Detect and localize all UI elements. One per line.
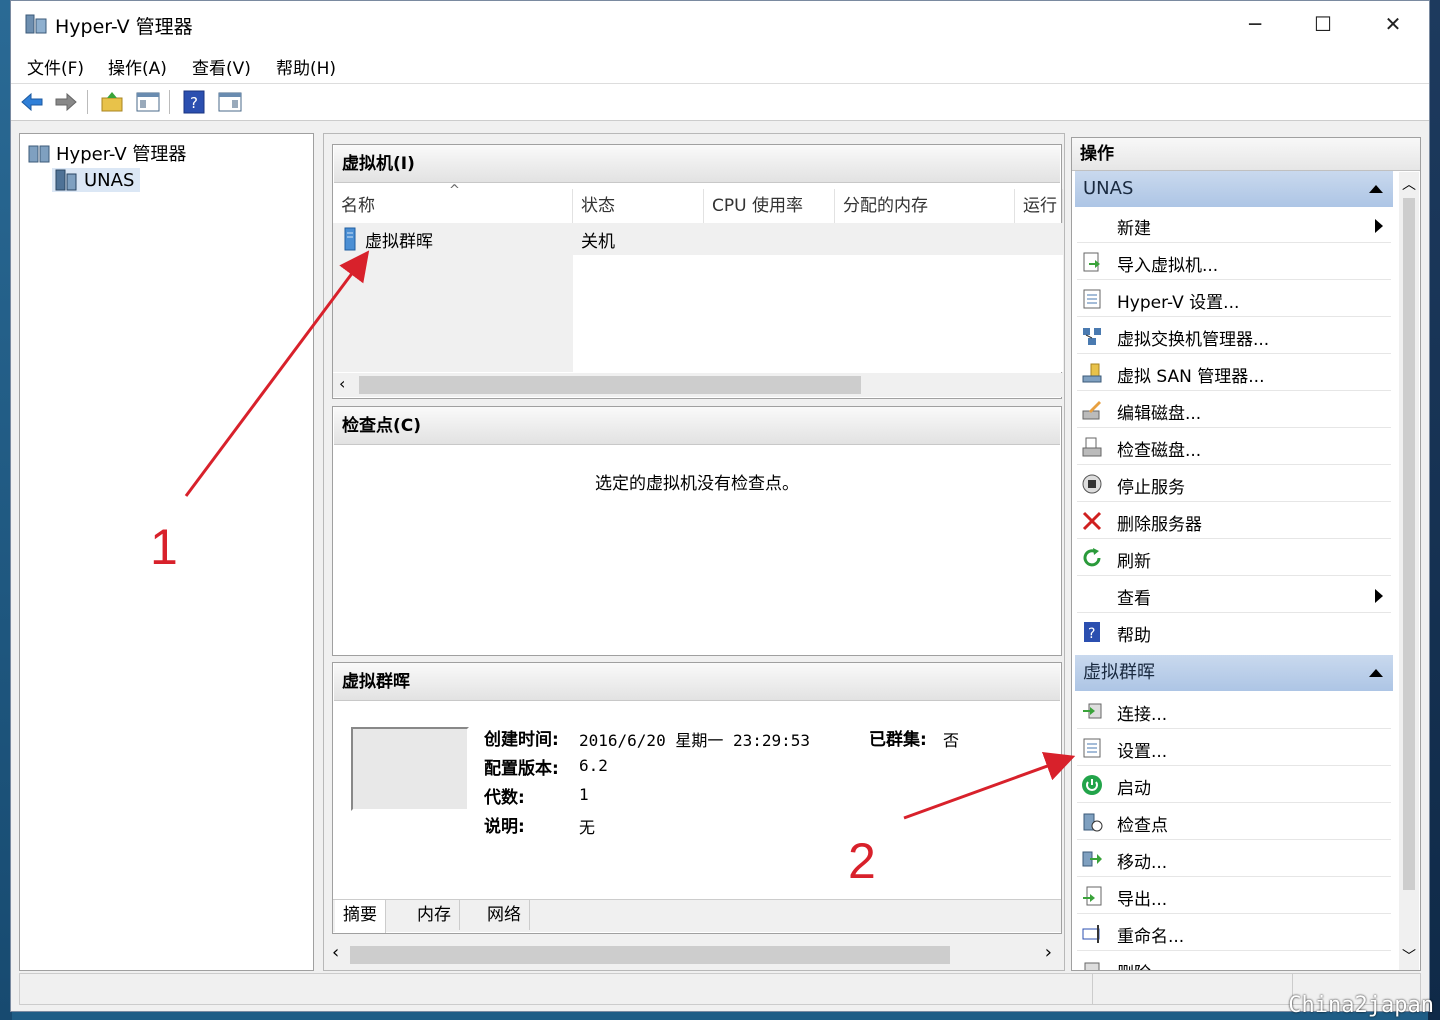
annotation-overlay xyxy=(184,250,1076,820)
annotation-arrow-1 xyxy=(184,250,370,497)
watermark-text: China2japan xyxy=(1288,993,1434,1018)
annotation-arrow-2 xyxy=(903,752,1076,820)
annotation-number-2: 2 xyxy=(848,833,876,889)
annotation-number-1: 1 xyxy=(150,519,178,575)
